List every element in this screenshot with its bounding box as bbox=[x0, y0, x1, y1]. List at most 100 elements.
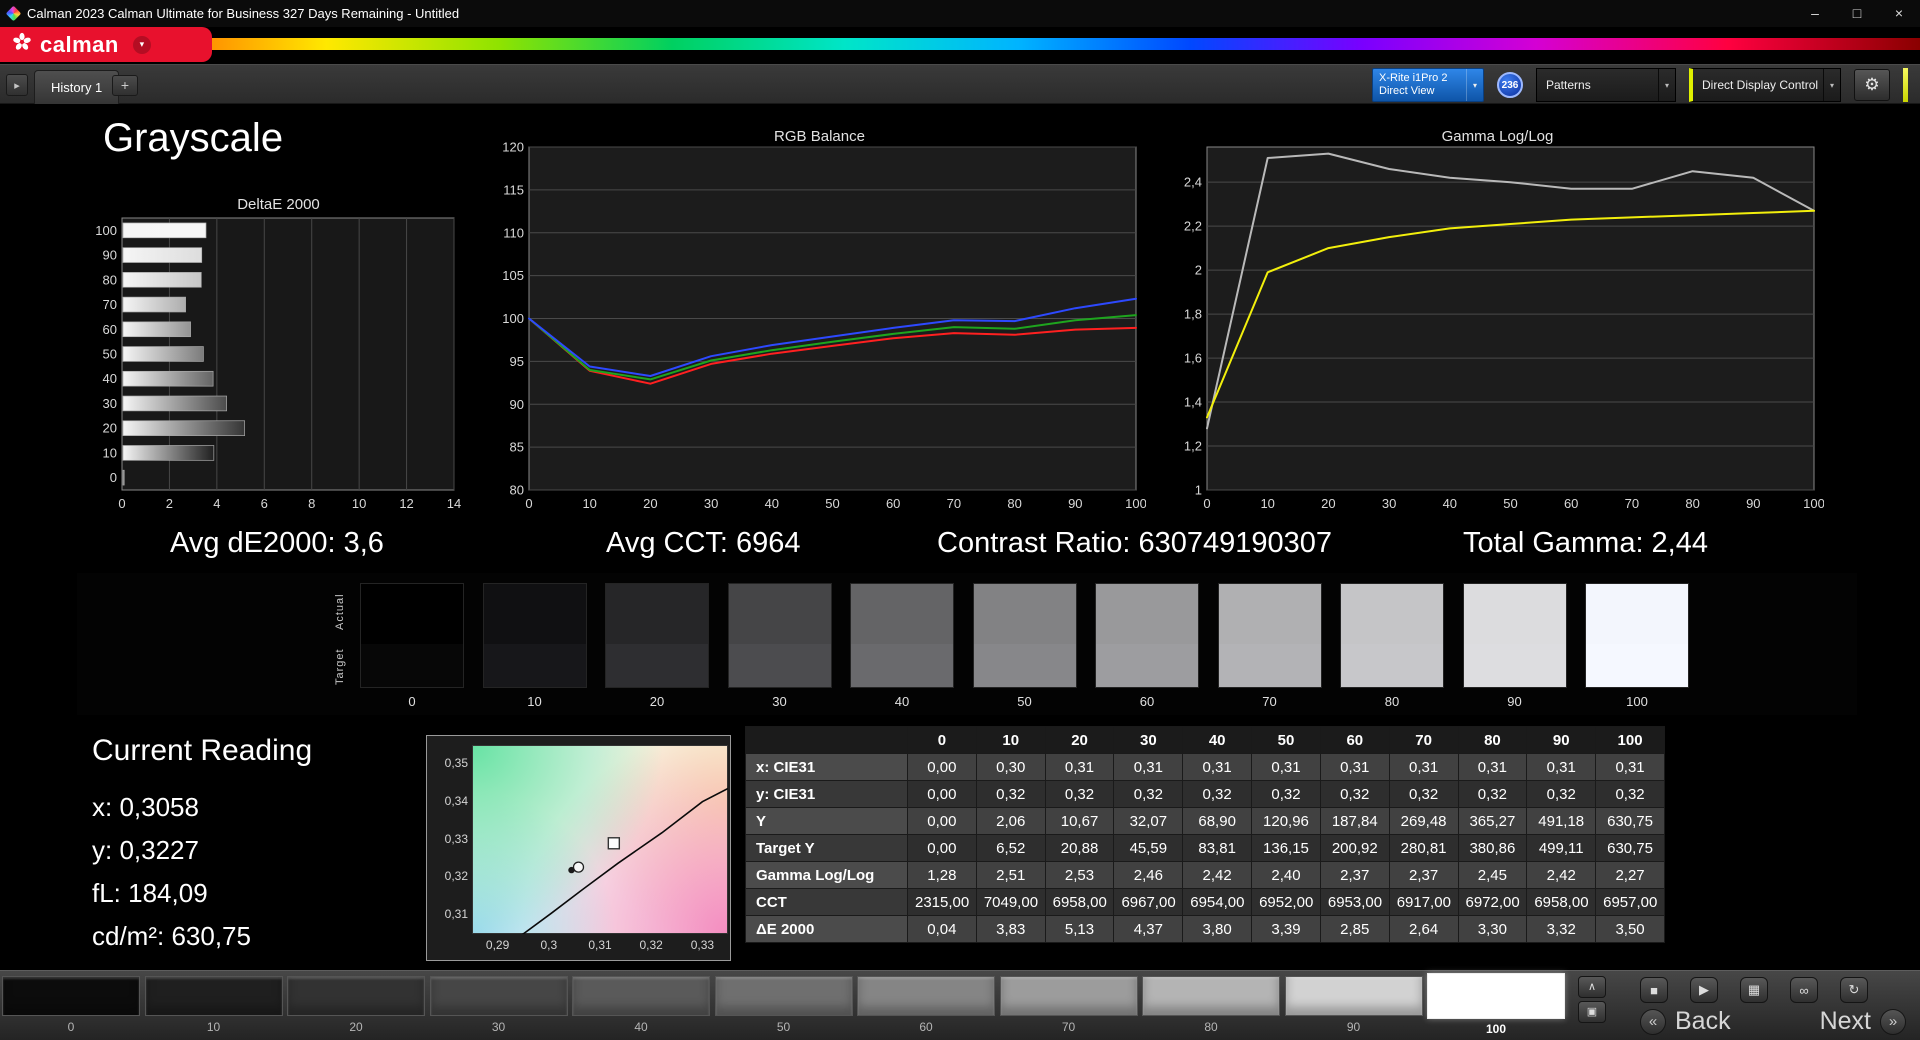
pattern-swatch-30[interactable] bbox=[429, 976, 568, 1016]
svg-text:105: 105 bbox=[502, 268, 524, 283]
table-cell: 0,32 bbox=[1044, 780, 1115, 808]
add-tab-button[interactable]: + bbox=[112, 75, 138, 96]
table-cell: 0,32 bbox=[1457, 780, 1528, 808]
svg-text:30: 30 bbox=[1382, 496, 1396, 511]
back-chevron-button[interactable]: « bbox=[1640, 1008, 1666, 1035]
toolbar-right: X-Rite i1Pro 2 Direct View ▾ 236 Pattern… bbox=[1372, 68, 1908, 102]
app-icon bbox=[5, 5, 22, 22]
back-button[interactable]: Back bbox=[1675, 1007, 1731, 1036]
cie-x-tick: 0,3 bbox=[540, 938, 558, 952]
table-col-header-10: 10 bbox=[975, 726, 1046, 754]
grayscale-swatch-60: 60 bbox=[1095, 583, 1199, 709]
cie-x-tick: 0,31 bbox=[588, 938, 612, 952]
table-cell: 0,31 bbox=[1319, 753, 1390, 781]
pattern-swatch-label-0: 0 bbox=[67, 1020, 75, 1034]
table-cell: 6957,00 bbox=[1595, 888, 1665, 916]
svg-text:120: 120 bbox=[502, 141, 524, 155]
grayscale-swatch-100: 100 bbox=[1585, 583, 1689, 709]
svg-text:50: 50 bbox=[103, 347, 117, 362]
close-button[interactable]: × bbox=[1878, 0, 1920, 27]
link-button[interactable]: ∞ bbox=[1790, 977, 1818, 1003]
table-cell: 0,32 bbox=[1113, 780, 1184, 808]
table-cell: 3,80 bbox=[1182, 915, 1253, 943]
collapse-button[interactable]: ∧ bbox=[1578, 976, 1606, 998]
swatch-label: 10 bbox=[527, 694, 542, 709]
tab-history-1[interactable]: History 1 bbox=[34, 70, 120, 104]
table-row: ΔE 2000 0,04 3,83 5,13 4,37 3,80 3,39 2,85 2,64 3… bbox=[745, 915, 1665, 943]
table-cell: 0,31 bbox=[1526, 753, 1597, 781]
pattern-swatch-90[interactable] bbox=[1284, 976, 1423, 1016]
pattern-swatch-label-80: 80 bbox=[1204, 1020, 1218, 1034]
swatch-target bbox=[851, 643, 953, 687]
rainbow-strip bbox=[0, 38, 1920, 50]
grayscale-strip: Actual Target 0 10 20 30 40 50 60 70 80 90 100 bbox=[77, 573, 1857, 715]
display-window-button[interactable]: ▣ bbox=[1578, 1001, 1606, 1023]
grayscale-swatch-30: 30 bbox=[727, 583, 832, 709]
measure-controls: ■ ▶ ▦ ∞ ↻ bbox=[1640, 977, 1868, 1003]
titlebar: Calman 2023 Calman Ultimate for Business… bbox=[0, 0, 1920, 27]
table-cell: 0,32 bbox=[1526, 780, 1597, 808]
pattern-swatch-40[interactable] bbox=[572, 976, 710, 1016]
table-cell: 3,30 bbox=[1457, 915, 1528, 943]
next-chevron-button[interactable]: » bbox=[1880, 1008, 1906, 1035]
play-button[interactable]: ▶ bbox=[1690, 977, 1718, 1003]
display-control-dropdown[interactable]: Direct Display Control ▾ bbox=[1689, 68, 1841, 102]
grayscale-swatch-0: 0 bbox=[360, 583, 464, 709]
svg-text:90: 90 bbox=[1746, 496, 1760, 511]
svg-text:10: 10 bbox=[352, 496, 366, 511]
table-col-header-20: 20 bbox=[1044, 726, 1115, 754]
row-label: x: CIE31 bbox=[745, 753, 908, 781]
pattern-swatch-0[interactable] bbox=[2, 976, 140, 1016]
pattern-swatch-60[interactable] bbox=[857, 976, 995, 1016]
patterns-label: Patterns bbox=[1546, 78, 1591, 92]
table-cell: 68,90 bbox=[1182, 807, 1253, 835]
svg-text:100: 100 bbox=[1803, 496, 1824, 511]
tab-label: History 1 bbox=[51, 80, 103, 95]
save-button[interactable]: ▦ bbox=[1740, 977, 1768, 1003]
next-button[interactable]: Next bbox=[1820, 1007, 1871, 1036]
display-control-label: Direct Display Control bbox=[1702, 78, 1819, 92]
pattern-swatch-80[interactable] bbox=[1142, 976, 1280, 1016]
stat-contrast-ratio: Contrast Ratio: 630749190307 bbox=[937, 527, 1333, 559]
table-header-row: 0 10 20 30 40 50 60 70 80 90 100 bbox=[745, 726, 1665, 754]
stop-button[interactable]: ■ bbox=[1640, 977, 1668, 1003]
maximize-button[interactable]: □ bbox=[1836, 0, 1878, 27]
svg-text:110: 110 bbox=[503, 225, 524, 240]
svg-text:20: 20 bbox=[643, 496, 657, 511]
patterns-dropdown[interactable]: Patterns ▾ bbox=[1536, 68, 1676, 102]
page-title: Grayscale bbox=[103, 116, 284, 160]
table-row: Y 0,00 2,06 10,67 32,07 68,90 120,96 187,84 269,… bbox=[745, 807, 1665, 835]
pattern-swatch-100[interactable] bbox=[1427, 973, 1565, 1019]
table-cell: 0,31 bbox=[1595, 753, 1665, 781]
table-row: y: CIE31 0,00 0,32 0,32 0,32 0,32 0,32 0,32 0,32… bbox=[745, 780, 1665, 808]
table-cell: 0,32 bbox=[975, 780, 1046, 808]
row-label: Target Y bbox=[745, 834, 908, 862]
table-cell: 4,37 bbox=[1113, 915, 1184, 943]
pattern-bar: 0 10 20 30 40 50 60 70 80 90 100 ∧ ▣ ■ ▶ ▦ ∞ ↻ « B… bbox=[0, 970, 1920, 1040]
swatch-label: 50 bbox=[1017, 694, 1032, 709]
swatch-target bbox=[728, 643, 831, 687]
logo-label: calman bbox=[40, 31, 119, 57]
pattern-swatch-20[interactable] bbox=[287, 976, 425, 1016]
pattern-swatch-50[interactable] bbox=[714, 976, 853, 1016]
minimize-button[interactable]: – bbox=[1794, 0, 1836, 27]
meter-dropdown[interactable]: X-Rite i1Pro 2 Direct View ▾ bbox=[1372, 68, 1484, 102]
history-panel-button[interactable]: ▸ bbox=[6, 74, 28, 96]
swatch-target bbox=[973, 643, 1076, 687]
deltae-bar-chart: 0 2 4 6 8 10 12 141009080706050403020100 bbox=[95, 217, 461, 511]
loop-button[interactable]: ↻ bbox=[1840, 977, 1868, 1003]
deltae-chart-title: DeltaE 2000 bbox=[237, 196, 320, 213]
pattern-swatch-10[interactable] bbox=[144, 976, 283, 1016]
table-cell: 0,04 bbox=[907, 915, 977, 943]
calman-logo-button[interactable]: calman ▾ bbox=[0, 27, 212, 62]
svg-text:10: 10 bbox=[582, 496, 596, 511]
table-cell: 2,46 bbox=[1113, 861, 1184, 889]
table-cell: 6952,00 bbox=[1251, 888, 1321, 916]
table-cell: 380,86 bbox=[1457, 834, 1528, 862]
side-accent-strip bbox=[1903, 68, 1908, 102]
reading-fl: fL: 184,09 bbox=[92, 878, 208, 908]
svg-text:70: 70 bbox=[947, 496, 961, 511]
settings-gear-button[interactable]: ⚙ bbox=[1854, 69, 1890, 101]
swatch-target bbox=[1096, 643, 1198, 687]
pattern-swatch-70[interactable] bbox=[999, 976, 1138, 1016]
